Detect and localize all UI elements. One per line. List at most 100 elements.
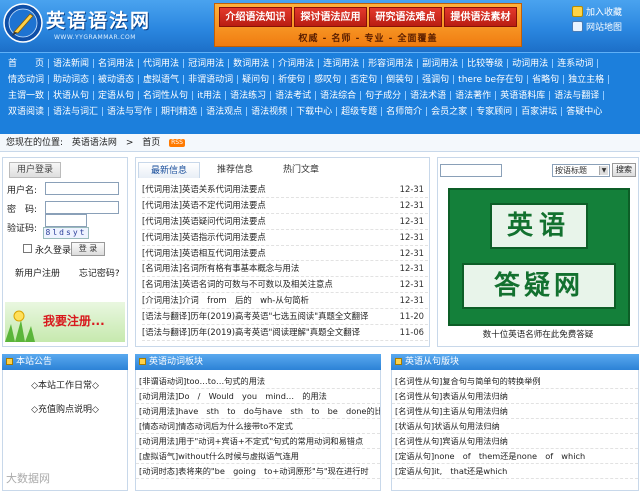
nav-item[interactable]: 语法视频: [249, 104, 289, 120]
article-link[interactable]: [动词时态]表将来的"be going to+动词原形"与"现在进行时: [136, 464, 380, 479]
register-banner[interactable]: 我要注册...: [5, 302, 125, 342]
news-row[interactable]: [名词用法]英语名词的可数与不可数以及相关注意点 12-31: [142, 277, 428, 294]
login-button[interactable]: 登 录: [71, 242, 105, 256]
nav-item[interactable]: 数词用法: [231, 56, 271, 72]
nav-item[interactable]: it用法: [195, 88, 223, 104]
news-title[interactable]: [代词用法]英语相互代词用法要点: [142, 246, 388, 261]
nav-item[interactable]: 语法与写作: [105, 104, 154, 120]
tab-popular[interactable]: 热门文章: [270, 162, 332, 178]
promo-banner[interactable]: 介绍语法知识 探讨语法应用 研究语法难点 提供语法素材 权威 - 名师 - 专业…: [214, 3, 522, 47]
nav-item[interactable]: 定语从句: [96, 88, 136, 104]
article-link[interactable]: [名词性从句]表语从句用法归纳: [392, 389, 638, 404]
nav-item[interactable]: 名词性从句: [141, 88, 190, 104]
nav-item[interactable]: 非谓语动词: [186, 72, 235, 88]
captcha-input[interactable]: [45, 214, 87, 227]
article-link[interactable]: [定语从句]it, that还是which: [392, 464, 638, 479]
news-row[interactable]: [介词用法]介词 from 后的 wh-从句简析 12-31: [142, 293, 428, 310]
nav-item[interactable]: 代词用法: [141, 56, 181, 72]
article-link[interactable]: [定语从句]none of them还是none of which: [392, 449, 638, 464]
breadcrumb-site-link[interactable]: 英语语法网: [72, 138, 117, 148]
nav-item[interactable]: 连词用法: [321, 56, 361, 72]
nav-item[interactable]: 专家顾问: [474, 104, 514, 120]
promo-button[interactable]: 探讨语法应用: [294, 7, 367, 27]
news-title[interactable]: [代词用法]英语疑问代词用法要点: [142, 214, 388, 229]
nav-item[interactable]: 虚拟语气: [141, 72, 181, 88]
search-field-select[interactable]: 按语标题 ▼: [552, 164, 610, 177]
sitemap-link[interactable]: 网站地图: [572, 19, 638, 34]
news-title[interactable]: [介词用法]介词 from 后的 wh-从句简析: [142, 293, 388, 308]
news-title[interactable]: [代词用法]英语关系代词用法要点: [142, 182, 388, 197]
nav-item[interactable]: there be存在句: [456, 72, 525, 88]
qa-banner[interactable]: 英语 答疑网: [448, 188, 630, 326]
article-link[interactable]: [情态动词]情态动词后为什么接带to不定式: [136, 419, 380, 434]
promo-button[interactable]: 提供语法素材: [444, 7, 517, 27]
nav-item[interactable]: 状语从句: [51, 88, 91, 104]
news-row[interactable]: [语法与翻译]历年(2019)高考英语"七选五阅读"真题全文翻译 11-20: [142, 309, 428, 326]
news-title[interactable]: [名词用法]名词所有格有事基本概念与用法: [142, 261, 388, 276]
nav-item[interactable]: 感叹句: [312, 72, 343, 88]
nav-item[interactable]: 省略句: [530, 72, 561, 88]
username-input[interactable]: [45, 182, 119, 195]
nav-item[interactable]: 语法与翻译: [552, 88, 601, 104]
promo-button[interactable]: 研究语法难点: [369, 7, 442, 27]
nav-item[interactable]: 介词用法: [276, 56, 316, 72]
nav-item[interactable]: 语法考试: [273, 88, 313, 104]
nav-item[interactable]: 倒装句: [384, 72, 415, 88]
article-link[interactable]: [动词用法]Do / Would you mind… 的用法: [136, 389, 380, 404]
news-title[interactable]: [语法与翻译]历年(2019)高考英语"阅读理解"真题全文翻译: [142, 325, 388, 340]
search-button[interactable]: 搜索: [612, 163, 636, 177]
news-row[interactable]: [代词用法]英语不定代词用法要点 12-31: [142, 198, 428, 214]
nav-item[interactable]: 答疑中心: [564, 104, 604, 120]
tab-recommended[interactable]: 推荐信息: [204, 162, 266, 178]
nav-item[interactable]: 语法练习: [228, 88, 268, 104]
nav-item[interactable]: 强调句: [420, 72, 451, 88]
nav-item[interactable]: 首 页: [6, 56, 46, 72]
nav-item[interactable]: 英语语料库: [498, 88, 547, 104]
forgot-password-link[interactable]: 忘记密码?: [79, 269, 120, 279]
register-link[interactable]: 新用户注册: [15, 269, 60, 279]
nav-item[interactable]: 语法与词汇: [51, 104, 100, 120]
nav-item[interactable]: 副词用法: [420, 56, 460, 72]
site-logo[interactable]: 英语语法网 WWW.YYGRAMMAR.COM: [2, 2, 180, 46]
tab-latest[interactable]: 最新信息: [138, 162, 200, 178]
remember-checkbox[interactable]: [23, 244, 32, 253]
article-link[interactable]: [状语从句]状语从句用法归纳: [392, 419, 638, 434]
nav-item[interactable]: 期刊精选: [159, 104, 199, 120]
add-favorite-link[interactable]: 加入收藏: [572, 4, 638, 19]
nav-item[interactable]: 形容词用法: [366, 56, 415, 72]
news-title[interactable]: [代词用法]英语指示代词用法要点: [142, 230, 388, 245]
rss-badge[interactable]: RSS: [169, 138, 185, 147]
article-link[interactable]: [虚拟语气]without什么时候与虚拟语气连用: [136, 449, 380, 464]
nav-item[interactable]: 句子成分: [363, 88, 403, 104]
news-row[interactable]: [代词用法]英语关系代词用法要点 12-31: [142, 182, 428, 198]
nav-item[interactable]: 主谓一致: [6, 88, 46, 104]
news-row[interactable]: [代词用法]英语指示代词用法要点 12-31: [142, 230, 428, 246]
article-link[interactable]: [名词性从句]复合句与简单句的转换举例: [392, 374, 638, 389]
nav-item[interactable]: 双语阅读: [6, 104, 46, 120]
nav-item[interactable]: 名词用法: [96, 56, 136, 72]
nav-item[interactable]: 助动词态: [51, 72, 91, 88]
article-link[interactable]: [名词性从句]主语从句用法归纳: [392, 404, 638, 419]
password-input[interactable]: [45, 201, 119, 214]
nav-item[interactable]: 否定句: [348, 72, 379, 88]
notice-item[interactable]: ◇本站工作日常◇: [3, 378, 127, 391]
nav-item[interactable]: 比较等级: [465, 56, 505, 72]
news-title[interactable]: [语法与翻译]历年(2019)高考英语"七选五阅读"真题全文翻译: [142, 309, 388, 324]
nav-item[interactable]: 连系动词: [555, 56, 595, 72]
search-input[interactable]: [440, 164, 502, 177]
nav-item[interactable]: 冠词用法: [186, 56, 226, 72]
nav-item[interactable]: 情态动词: [6, 72, 46, 88]
article-link[interactable]: [非谓语动词]too…to…句式的用法: [136, 374, 380, 389]
notice-item[interactable]: ◇充值购点说明◇: [3, 402, 127, 415]
nav-item[interactable]: 下载中心: [294, 104, 334, 120]
nav-item[interactable]: 语法术语: [408, 88, 448, 104]
promo-button[interactable]: 介绍语法知识: [219, 7, 292, 27]
news-title[interactable]: [代词用法]英语不定代词用法要点: [142, 198, 388, 213]
article-link[interactable]: [动词用法]have sth to do与have sth to be done…: [136, 404, 380, 419]
nav-item[interactable]: 祈使句: [276, 72, 307, 88]
nav-item[interactable]: 语法新闻: [51, 56, 91, 72]
nav-item[interactable]: 超级专题: [339, 104, 379, 120]
nav-item[interactable]: 被动语态: [96, 72, 136, 88]
article-link[interactable]: [动词用法]用于"动词+宾语+不定式"句式的常用动词和易错点: [136, 434, 380, 449]
news-row[interactable]: [语法与翻译]历年(2019)高考英语"阅读理解"真题全文翻译 11-06: [142, 325, 428, 341]
